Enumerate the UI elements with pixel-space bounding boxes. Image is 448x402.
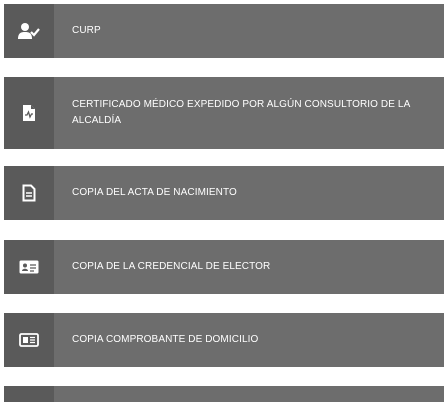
document-icon — [22, 184, 36, 202]
requirement-item-curp[interactable]: CURP — [4, 4, 444, 58]
icon-cell — [4, 166, 54, 220]
requirement-item-acta-nacimiento[interactable]: COPIA DEL ACTA DE NACIMIENTO — [4, 166, 444, 220]
requirement-label: CURP — [72, 25, 101, 36]
medical-document-icon — [22, 104, 36, 122]
icon-cell — [4, 386, 54, 402]
newspaper-icon — [19, 333, 39, 347]
requirement-label: COPIA DE LA CREDENCIAL DE ELECTOR — [72, 261, 271, 272]
requirement-label: CERTIFICADO MÉDICO EXPEDIDO POR ALGÚN CO… — [72, 99, 410, 126]
icon-cell — [4, 77, 54, 149]
requirement-item-credencial-elector[interactable]: COPIA DE LA CREDENCIAL DE ELECTOR — [4, 240, 444, 294]
requirement-item-partial[interactable] — [4, 386, 444, 402]
requirement-item-comprobante-domicilio[interactable]: COPIA COMPROBANTE DE DOMICILIO — [4, 313, 444, 367]
requirement-item-certificado-medico[interactable]: CERTIFICADO MÉDICO EXPEDIDO POR ALGÚN CO… — [4, 77, 444, 149]
requirement-label — [54, 386, 444, 402]
icon-cell — [4, 4, 54, 58]
requirement-label: COPIA DEL ACTA DE NACIMIENTO — [72, 187, 237, 198]
icon-cell — [4, 240, 54, 294]
icon-cell — [4, 313, 54, 367]
requirement-label: COPIA COMPROBANTE DE DOMICILIO — [72, 334, 259, 345]
id-card-icon — [19, 260, 39, 274]
user-check-icon — [18, 22, 40, 40]
